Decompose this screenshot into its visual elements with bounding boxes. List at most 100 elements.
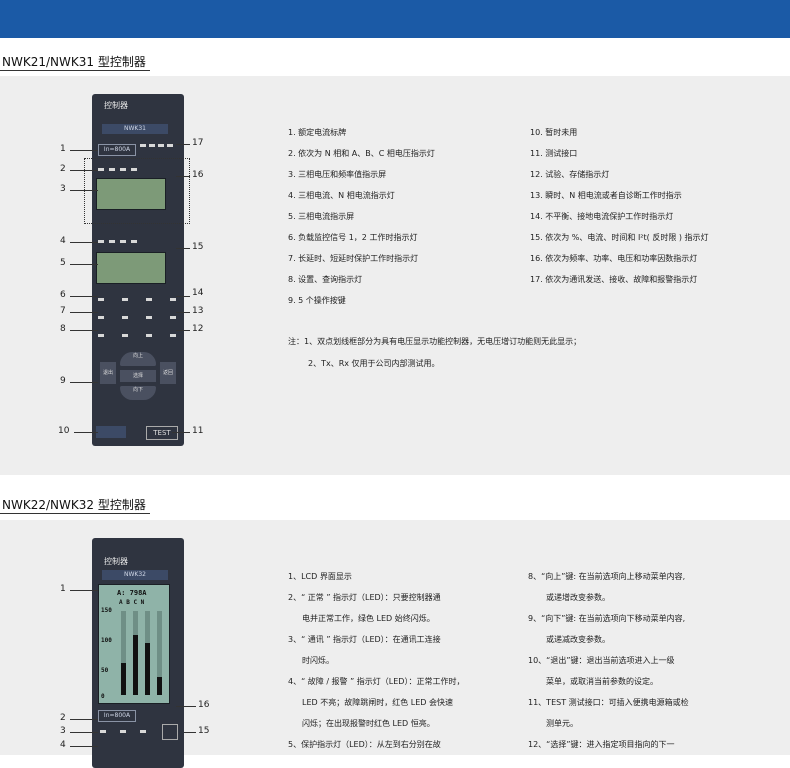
callout-17: 17: [192, 138, 204, 148]
callout-line: [70, 732, 98, 733]
callout-line: [70, 242, 98, 243]
legend-item: 11、TEST 测试接口：可插入便携电源箱或检: [528, 698, 689, 707]
callout-8: 8: [60, 324, 66, 334]
lcd-columns: A B C N: [119, 599, 145, 606]
fault-led: [158, 144, 164, 147]
callout-line: [70, 746, 98, 747]
callout-line: [176, 176, 190, 177]
callout-1: 1: [60, 144, 66, 154]
callout-line: [176, 248, 190, 249]
select-key[interactable]: 选择: [120, 370, 156, 382]
up-key[interactable]: 向上: [120, 352, 156, 366]
lcd-display: A: 798A A B C N 150 100 50 0: [98, 584, 170, 704]
down-key[interactable]: 向下: [120, 386, 156, 400]
legend-item: 12、“选择”键：进入指定项目指向的下一: [528, 740, 675, 749]
exit-key[interactable]: 退出: [100, 362, 116, 384]
section-title-underline: [0, 513, 150, 514]
lcd-tick-50: 50: [101, 667, 109, 674]
legend-item: 时闪烁。: [302, 656, 334, 665]
section-title-nwk22: NWK22/NWK32 型控制器: [2, 498, 146, 512]
legend-item: 3. 三相电压和频率值指示屏: [288, 170, 387, 179]
callout-1: 1: [60, 584, 66, 594]
legend-item: 1. 额定电流标牌: [288, 128, 347, 137]
legend-item: 电并正常工作，绿色 LED 始终闪烁。: [302, 614, 435, 623]
model-plate: NWK31: [102, 124, 168, 134]
section-title-nwk21: NWK21/NWK31 型控制器: [2, 55, 146, 69]
callout-6: 6: [60, 290, 66, 300]
current-led: [131, 240, 137, 243]
note-line-2: 2、Tx、Rx 仅用于公司内部测试用。: [308, 359, 440, 368]
lcd-header: A: 798A: [117, 589, 147, 597]
nwk22-panel: 控制器 NWK32 A: 798A A B C N 150 100 50 0 I…: [0, 520, 790, 768]
legend-item: 16. 依次为频率、功率、电压和功率因数指示灯: [530, 254, 698, 263]
load-monitor-led: [98, 298, 104, 301]
legend-item: 8. 设置、查询指示灯: [288, 275, 363, 284]
voltage-option-dashed-box: [84, 158, 190, 224]
callout-16: 16: [192, 170, 204, 180]
legend-item: 闪烁；在出现报警时红色 LED 恒亮。: [302, 719, 435, 728]
legend-item: 12. 试验、存储指示灯: [530, 170, 610, 179]
lcd-bar: [121, 663, 126, 695]
legend-item: 15. 依次为 %、电流、时间和 I²t( 反时限 ) 指示灯: [530, 233, 709, 242]
rating-plate: In=800A: [98, 144, 136, 156]
callout-line: [70, 190, 98, 191]
callout-3: 3: [60, 726, 66, 736]
callout-2: 2: [60, 713, 66, 723]
callout-line: [74, 432, 98, 433]
short-delay-led: [122, 316, 128, 319]
lcd-tick-150: 150: [101, 607, 112, 614]
rating-plate: In=800A: [98, 710, 136, 722]
legend-item: 4、“ 故障 / 报警 ” 指示灯（LED）：正常工作时，: [288, 677, 465, 686]
lcd-tick-100: 100: [101, 637, 112, 644]
legend-item: 11. 测试接口: [530, 149, 578, 158]
legend-item: 2、“ 正常 ” 指示灯（LED）：只要控制器通: [288, 593, 441, 602]
callout-3: 3: [60, 184, 66, 194]
query-led: [122, 334, 128, 337]
note-line-1: 注：1、双点划线框部分为具有电压显示功能控制器，无电压增订功能则无此显示；: [288, 337, 582, 346]
model-plate: NWK32: [102, 570, 168, 580]
callout-line: [70, 382, 98, 383]
test-port[interactable]: TEST: [146, 426, 178, 440]
nwk21-legend-right: 10. 暂时未用 11. 测试接口 12. 试验、存储指示灯 13. 瞬时、N …: [530, 122, 709, 290]
callout-line: [70, 312, 98, 313]
return-key[interactable]: 返回: [160, 362, 176, 384]
legend-item: 7. 长延时、短延时保护工作时指示灯: [288, 254, 419, 263]
nwk21-panel: 控制器 NWK31 In=800A 向上 选择 退出 返回 向下 TEST 1 …: [0, 76, 790, 475]
long-delay-led: [98, 316, 104, 319]
legend-item: 9. 5 个操作按键: [288, 296, 346, 305]
callout-11: 11: [192, 426, 204, 436]
legend-item: 17. 依次为通讯发送、接收、故障和报警指示灯: [530, 275, 698, 284]
legend-item: 13. 瞬时、N 相电流或者自诊断工作时指示: [530, 191, 682, 200]
legend-item: 10、“退出”键：退出当前选项进入上一级: [528, 656, 675, 665]
current-led: [98, 240, 104, 243]
legend-item: 8、“向上”键: 在当前选项向上移动菜单内容,: [528, 572, 686, 581]
callout-line: [70, 590, 98, 591]
test-port-icon[interactable]: [162, 724, 178, 740]
callout-10: 10: [58, 426, 70, 436]
legend-item: 9、“向下”键: 在当前选项向下移动菜单内容,: [528, 614, 686, 623]
legend-item: 或递增改变参数。: [546, 593, 610, 602]
fault-alarm-led: [140, 730, 146, 733]
legend-item: 5、保护指示灯（LED）：从左到右分别在故: [288, 740, 441, 749]
legend-item: 14. 不平衡、接地电流保护工作时指示灯: [530, 212, 674, 221]
ground-led: [170, 298, 176, 301]
current-display: [96, 252, 166, 284]
callout-15: 15: [198, 726, 210, 736]
self-diag-led: [170, 316, 176, 319]
callout-line: [70, 330, 98, 331]
legend-item: LED 不亮；故障跳闸时，红色 LED 会快速: [302, 698, 453, 707]
callout-line: [176, 312, 190, 313]
callout-15: 15: [192, 242, 204, 252]
callout-2: 2: [60, 164, 66, 174]
unused-port: [96, 426, 126, 438]
callout-7: 7: [60, 306, 66, 316]
lcd-bar: [133, 635, 138, 695]
legend-item: 6. 负载监控信号 1，2 工作时指示灯: [288, 233, 418, 242]
tx-led: [140, 144, 146, 147]
nwk32-controller-figure: 控制器 NWK32 A: 798A A B C N 150 100 50 0 I…: [92, 538, 184, 768]
nwk21-legend-left: 1. 额定电流标牌 2. 依次为 N 相和 A、B、C 相电压指示灯 3. 三相…: [288, 122, 435, 311]
current-led: [109, 240, 115, 243]
test-led: [146, 334, 152, 337]
lcd-tick-0: 0: [101, 693, 105, 700]
load-monitor-led: [122, 298, 128, 301]
